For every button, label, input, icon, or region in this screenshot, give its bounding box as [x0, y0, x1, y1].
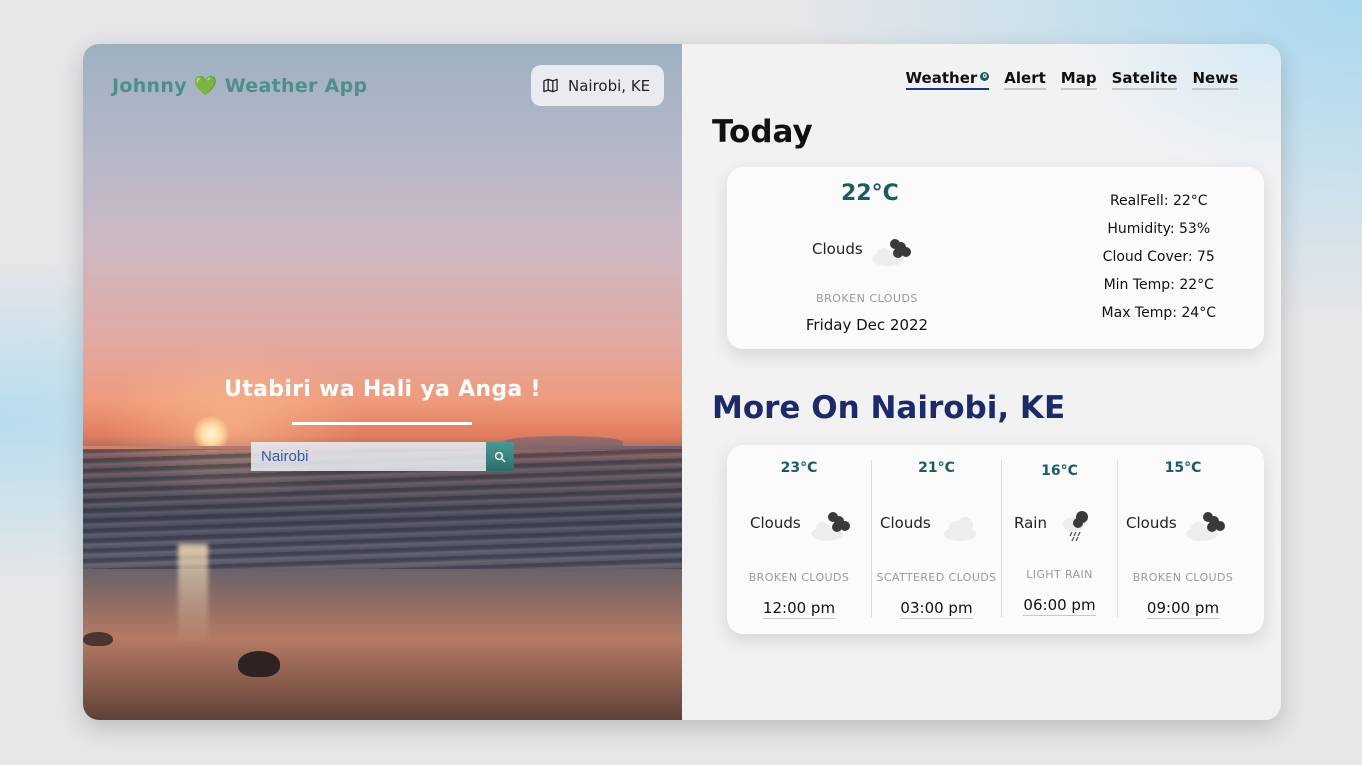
- forecast-card: 23°C Clouds BROKEN CLOUDS 12:00 pm 21°C …: [727, 445, 1264, 634]
- forecast-time: 09:00 pm: [1118, 599, 1248, 619]
- app-window: Johnny 💚 Weather App Nairobi, KE Utabiri…: [83, 44, 1281, 720]
- forecast-condition: Clouds: [1126, 514, 1177, 532]
- sun-reflection: [178, 544, 208, 644]
- hero-panel: Johnny 💚 Weather App Nairobi, KE Utabiri…: [83, 44, 682, 720]
- broken-clouds-icon: [1186, 512, 1225, 541]
- today-temp: 22°C: [841, 181, 899, 206]
- nav-weather-badge: 0: [980, 72, 990, 81]
- forecast-time: 06:00 pm: [1002, 596, 1117, 616]
- location-button[interactable]: Nairobi, KE: [531, 65, 664, 106]
- nav-satelite[interactable]: Satelite: [1111, 69, 1178, 90]
- forecast-slot: 21°C Clouds SCATTERED CLOUDS 03:00 pm: [872, 460, 1002, 619]
- nav-weather-label: Weather: [905, 69, 978, 87]
- brand-logo[interactable]: Johnny 💚 Weather App: [112, 74, 367, 97]
- hero-tagline: Utabiri wa Hali ya Anga !: [224, 377, 541, 402]
- light-rain-icon: [1063, 511, 1088, 542]
- nav-weather[interactable]: Weather 0: [905, 69, 990, 90]
- beach-rock-small: [83, 632, 113, 646]
- today-title: Today: [712, 114, 813, 150]
- forecast-slot: 15°C Clouds BROKEN CLOUDS 09:00 pm: [1118, 460, 1248, 619]
- forecast-temp: 21°C: [918, 460, 955, 476]
- forecast-slot: 16°C Rain LIGHT RAIN 06:00 pm: [1002, 460, 1118, 617]
- map-icon: [543, 78, 558, 93]
- tagline-underline: [292, 422, 472, 425]
- forecast-time: 12:00 pm: [727, 599, 871, 619]
- forecast-description: BROKEN CLOUDS: [748, 571, 850, 584]
- today-stats: RealFell: 22°C Humidity: 53% Cloud Cover…: [1102, 191, 1216, 331]
- forecast-condition: Clouds: [750, 514, 801, 532]
- today-card: 22°C Clouds BROKEN CLOUDS Friday Dec 202…: [727, 167, 1264, 349]
- search-icon: [494, 451, 506, 462]
- stat-realfeel: RealFell: 22°C: [1109, 193, 1208, 209]
- search-input[interactable]: [251, 442, 486, 471]
- main-nav: Weather 0 Alert Map Satelite News: [905, 69, 1238, 90]
- more-title: More On Nairobi, KE: [712, 390, 1066, 426]
- forecast-condition: Rain: [1014, 514, 1047, 532]
- location-label: Nairobi, KE: [568, 76, 651, 95]
- beach-rock: [238, 651, 280, 677]
- today-condition: Clouds: [812, 240, 863, 258]
- nav-news[interactable]: News: [1192, 69, 1238, 90]
- nav-map[interactable]: Map: [1060, 69, 1097, 90]
- forecast-temp: 16°C: [1041, 463, 1078, 479]
- search-bar: [251, 442, 514, 471]
- search-button[interactable]: [486, 442, 514, 471]
- forecast-time-label: 03:00 pm: [900, 599, 973, 619]
- today-description: BROKEN CLOUDS: [816, 292, 918, 305]
- forecast-time-label: 09:00 pm: [1146, 599, 1220, 619]
- today-date: Friday Dec 2022: [805, 316, 929, 334]
- forecast-description: LIGHT RAIN: [1026, 568, 1093, 581]
- stat-humidity: Humidity: 53%: [1107, 221, 1211, 237]
- brand-name-right: Weather App: [224, 75, 368, 97]
- stat-cloud-cover: Cloud Cover: 75: [1102, 249, 1215, 265]
- weather-panel: Weather 0 Alert Map Satelite News Today …: [682, 44, 1281, 720]
- stat-max-temp: Max Temp: 24°C: [1101, 305, 1216, 321]
- forecast-temp: 15°C: [1164, 460, 1202, 476]
- forecast-description: BROKEN CLOUDS: [1132, 571, 1234, 584]
- forecast-slot: 23°C Clouds BROKEN CLOUDS 12:00 pm: [727, 460, 872, 619]
- forecast-time: 03:00 pm: [872, 599, 1001, 619]
- forecast-temp: 23°C: [780, 460, 818, 476]
- stat-min-temp: Min Temp: 22°C: [1103, 277, 1214, 293]
- brand-name-left: Johnny: [112, 75, 187, 97]
- broken-clouds-icon: [811, 512, 850, 541]
- heart-icon: 💚: [193, 75, 218, 97]
- forecast-condition: Clouds: [880, 514, 931, 532]
- forecast-time-label: 06:00 pm: [1023, 596, 1096, 616]
- scattered-clouds-icon: [944, 517, 976, 541]
- broken-clouds-icon: [872, 239, 911, 266]
- forecast-time-label: 12:00 pm: [762, 599, 836, 619]
- forecast-description: SCATTERED CLOUDS: [876, 571, 997, 584]
- nav-alert[interactable]: Alert: [1004, 69, 1046, 90]
